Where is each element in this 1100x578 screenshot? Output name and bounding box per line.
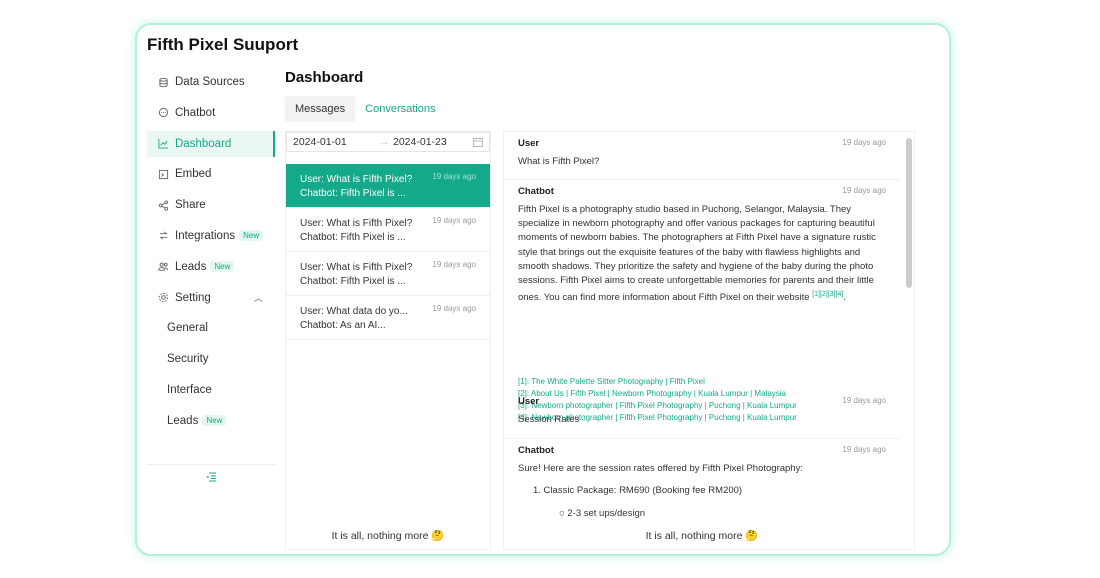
tab-messages[interactable]: Messages <box>285 96 356 122</box>
chat-message: User 19 days ago What is Fifth Pixel? <box>504 132 900 180</box>
integrations-icon <box>157 230 169 242</box>
app-window: Fifth Pixel Suuport Data Sources Chatbot… <box>135 23 951 556</box>
sidebar-item-label: Embed <box>175 168 212 181</box>
share-icon <box>157 199 169 211</box>
message-role: Chatbot <box>518 186 554 197</box>
conversation-item[interactable]: User: What is Fifth Pixel? Chatbot: Fift… <box>286 164 490 208</box>
sidebar-item-label: Share <box>175 199 206 212</box>
conversation-item[interactable]: User: What is Fifth Pixel? Chatbot: Fift… <box>286 208 490 252</box>
message-text: Session Rates <box>518 414 580 425</box>
date-range-picker[interactable]: 2024-01-01 → 2024-01-23 <box>286 132 490 152</box>
conversation-bot-line: Chatbot: As an AI... <box>300 320 386 331</box>
sidebar-item-label: Leads <box>175 260 207 273</box>
sidebar-item-label: Chatbot <box>175 106 216 119</box>
conversation-item[interactable]: User: What is Fifth Pixel? Chatbot: Fift… <box>286 252 490 296</box>
citation-links[interactable]: [1][2][3][4] <box>812 291 843 298</box>
page-title: Dashboard <box>285 69 364 86</box>
sidebar-item-embed[interactable]: Embed <box>147 161 275 187</box>
conversation-item[interactable]: User: What data do yo... Chatbot: As an … <box>286 296 490 340</box>
message-role: Chatbot <box>518 445 554 456</box>
gear-icon <box>157 292 169 304</box>
message-role: User <box>518 396 540 407</box>
database-icon <box>157 76 169 88</box>
conversation-user-line: User: What is Fifth Pixel? <box>300 262 413 273</box>
start-date[interactable]: 2024-01-01 <box>293 136 347 148</box>
conversation-bot-line: Chatbot: Fifth Pixel is ... <box>300 276 406 287</box>
reference-link[interactable]: [1]: The White Palette Sitter Photograph… <box>518 376 797 388</box>
conversation-time: 19 days ago <box>432 172 476 181</box>
tab-conversations[interactable]: Conversations <box>355 96 445 122</box>
message-time: 19 days ago <box>842 396 886 405</box>
new-badge: New <box>210 261 235 273</box>
message-text: Sure! Here are the session rates offered… <box>518 463 803 474</box>
new-badge: New <box>239 230 264 242</box>
arrow-right-icon: → <box>379 136 389 148</box>
conversation-bot-line: Chatbot: Fifth Pixel is ... <box>300 188 406 199</box>
list-sub-item: ○ 2-3 set ups/design <box>559 508 646 519</box>
chat-transcript: User 19 days ago What is Fifth Pixel? Ch… <box>503 131 915 550</box>
message-text: Fifth Pixel is a photography studio base… <box>518 203 880 306</box>
chat-bubble-icon <box>157 107 169 119</box>
sidebar-item-security[interactable]: Security <box>147 346 275 372</box>
sidebar-item-settings-leads[interactable]: Leads New <box>147 408 275 434</box>
chart-line-icon <box>157 138 169 150</box>
sidebar-item-general[interactable]: General <box>147 315 275 341</box>
sidebar-item-chatbot[interactable]: Chatbot <box>147 100 275 126</box>
conversation-bot-line: Chatbot: Fifth Pixel is ... <box>300 232 406 243</box>
embed-icon <box>157 168 169 180</box>
sidebar: Data Sources Chatbot Dashboard Embed Sha… <box>147 69 275 482</box>
conversation-list: 2024-01-01 → 2024-01-23 User: What is Fi… <box>285 131 491 550</box>
collapse-sidebar-button[interactable] <box>147 464 275 491</box>
message-text: What is Fifth Pixel? <box>518 156 600 167</box>
chevron-up-icon[interactable]: ︿ <box>254 291 263 304</box>
message-time: 19 days ago <box>842 186 886 195</box>
sidebar-item-label: General <box>167 322 208 335</box>
sidebar-item-integrations[interactable]: Integrations New <box>147 223 275 249</box>
sidebar-item-label: Dashboard <box>175 137 232 150</box>
conversation-time: 19 days ago <box>432 216 476 225</box>
conversation-time: 19 days ago <box>432 304 476 313</box>
sidebar-item-label: Leads <box>167 414 199 427</box>
sidebar-item-share[interactable]: Share <box>147 192 275 218</box>
sidebar-item-dashboard[interactable]: Dashboard <box>147 130 275 157</box>
sidebar-item-label: Integrations <box>175 229 236 242</box>
chat-message: User 19 days ago Session Rates <box>504 390 900 439</box>
scrollbar-thumb[interactable] <box>906 138 912 288</box>
conversation-user-line: User: What is Fifth Pixel? <box>300 218 413 229</box>
message-period: . <box>843 292 846 304</box>
sidebar-item-label: Setting <box>175 291 211 304</box>
list-item: 1. Classic Package: RM690 (Booking fee R… <box>533 485 743 496</box>
message-time: 19 days ago <box>842 138 886 147</box>
sidebar-item-interface[interactable]: Interface <box>147 377 275 403</box>
end-date[interactable]: 2024-01-23 <box>393 136 447 148</box>
message-time: 19 days ago <box>842 445 886 454</box>
sidebar-item-label: Interface <box>167 383 212 396</box>
message-role: User <box>518 138 540 149</box>
sidebar-item-label: Data Sources <box>175 76 245 88</box>
collapse-menu-icon <box>205 469 217 487</box>
sidebar-item-leads[interactable]: Leads New <box>147 254 275 280</box>
conversation-user-line: User: What is Fifth Pixel? <box>300 174 413 185</box>
chat-end-message: It is all, nothing more 🤔 <box>645 530 759 542</box>
tab-bar: Messages Conversations <box>285 96 445 122</box>
conversation-time: 19 days ago <box>432 260 476 269</box>
new-badge: New <box>202 415 227 427</box>
list-end-message: It is all, nothing more 🤔 <box>331 530 445 542</box>
calendar-icon <box>473 137 483 150</box>
message-body: Fifth Pixel is a photography studio base… <box>518 204 876 304</box>
leads-icon <box>157 261 169 273</box>
sidebar-item-setting[interactable]: Setting ︿ <box>147 285 275 311</box>
sidebar-item-data-sources[interactable]: Data Sources <box>147 69 275 95</box>
conversation-user-line: User: What data do yo... <box>300 306 408 317</box>
app-title: Fifth Pixel Suuport <box>147 35 299 54</box>
sidebar-item-label: Security <box>167 353 209 366</box>
